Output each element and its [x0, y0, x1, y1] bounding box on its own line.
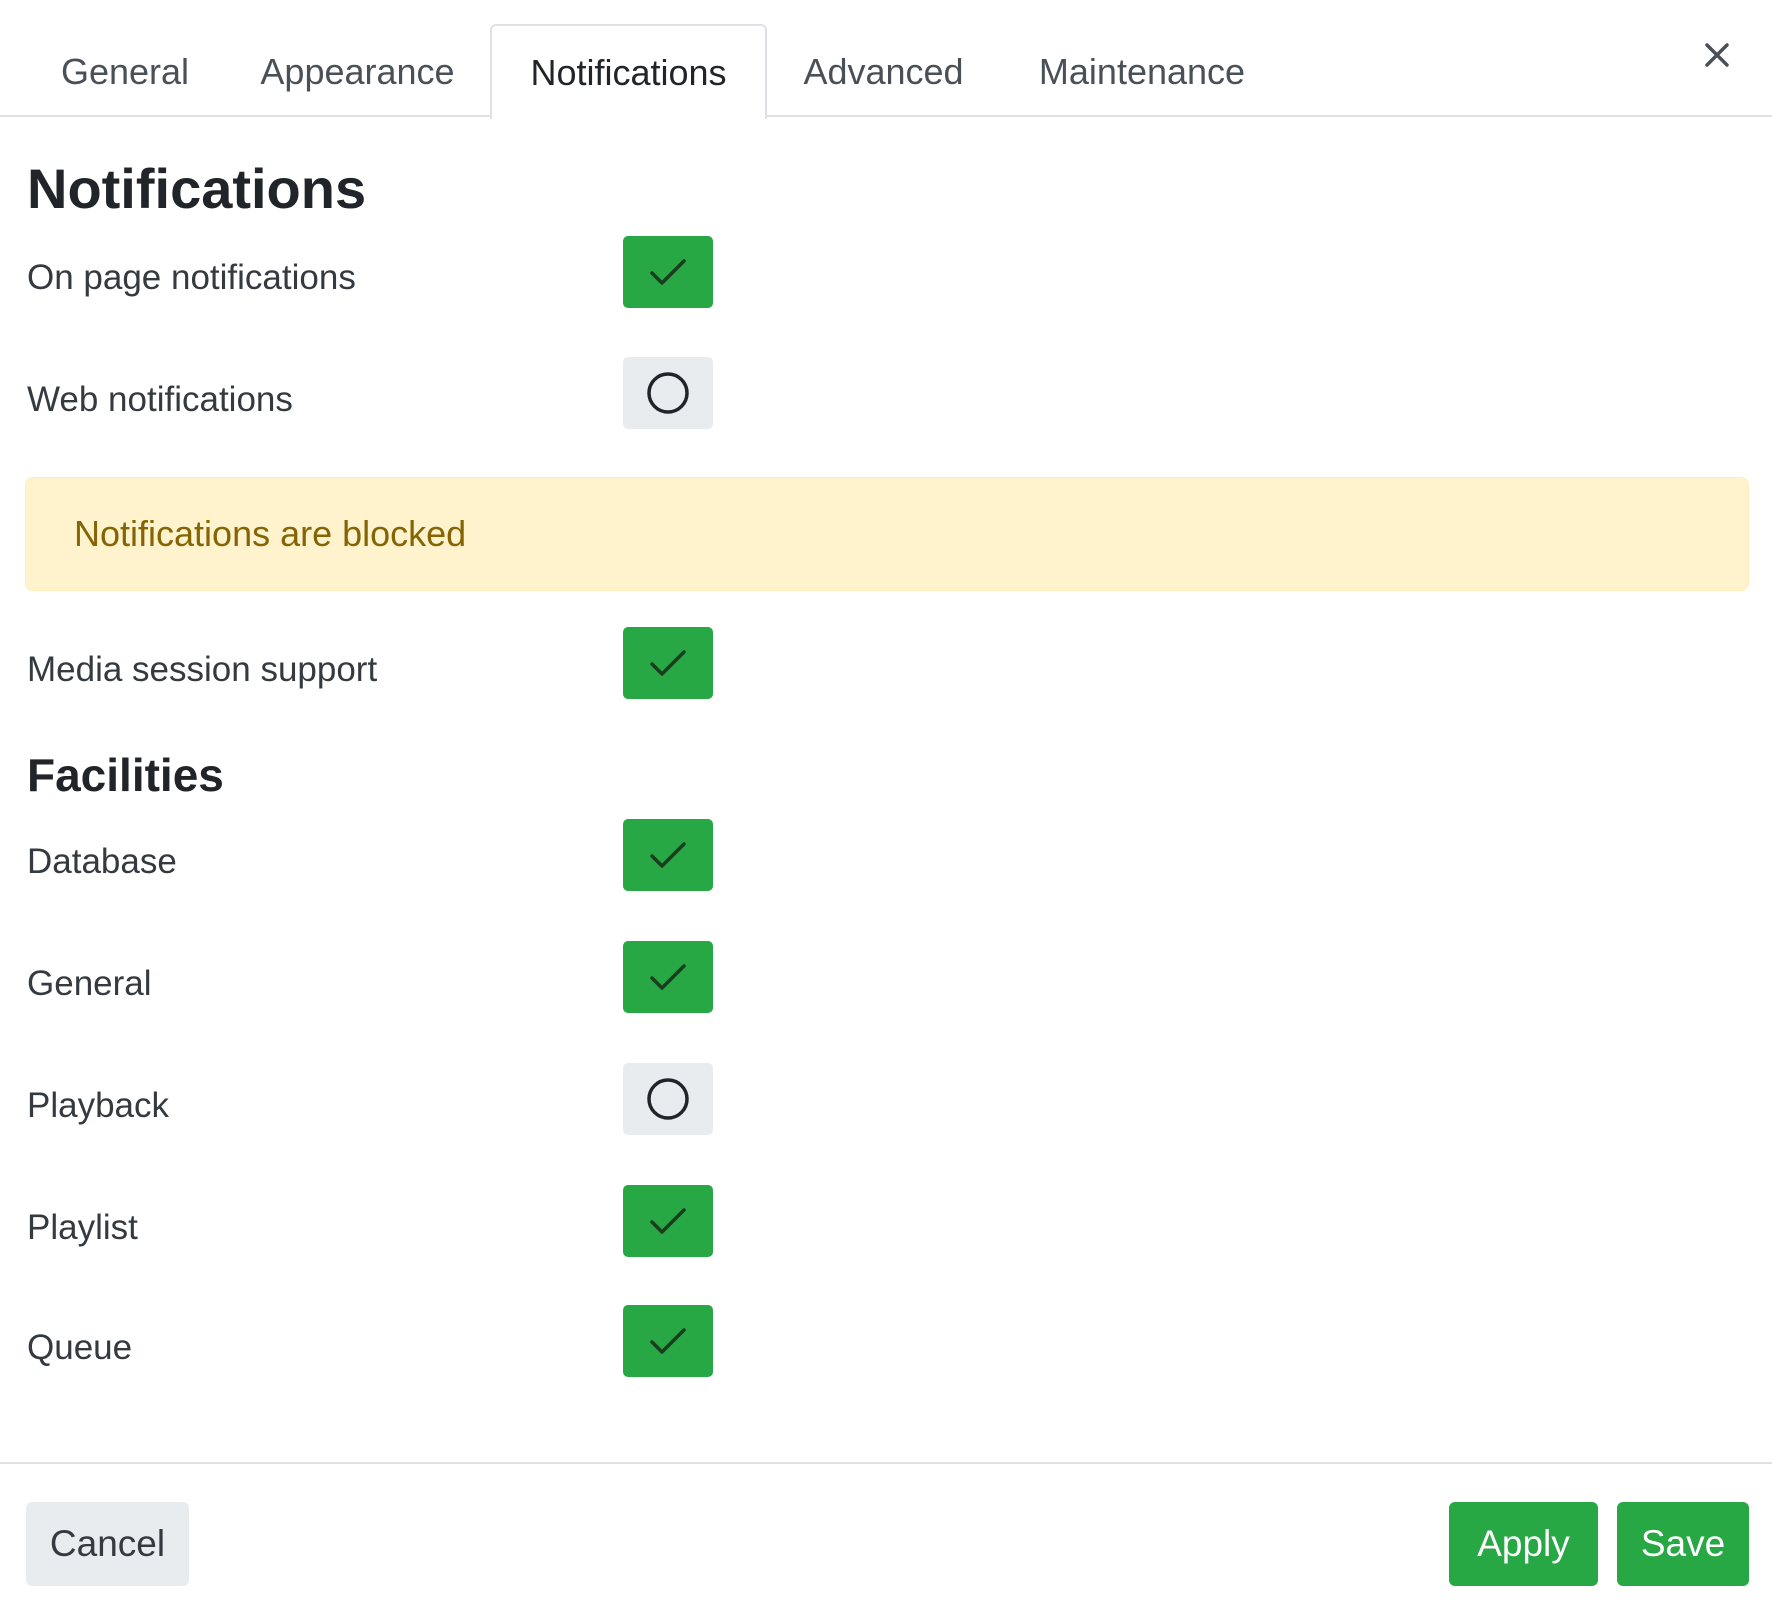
- notifications-blocked-alert: Notifications are blocked: [25, 477, 1749, 591]
- facility-playlist-toggle[interactable]: [623, 1185, 713, 1257]
- facility-playlist-label: Playlist: [27, 1208, 138, 1247]
- tab-appearance[interactable]: Appearance: [240, 24, 475, 117]
- circle-icon: [647, 372, 689, 414]
- on-page-notifications-label: On page notifications: [27, 258, 356, 297]
- check-icon: [650, 842, 686, 868]
- check-icon: [650, 1328, 686, 1354]
- footer-divider: [0, 1462, 1772, 1464]
- check-icon: [650, 259, 686, 285]
- settings-dialog: General Appearance Notifications Advance…: [0, 0, 1772, 1616]
- alert-text: Notifications are blocked: [74, 513, 467, 554]
- facilities-heading: Facilities: [27, 749, 224, 801]
- media-session-support-label: Media session support: [27, 650, 378, 689]
- notifications-heading: Notifications: [27, 157, 367, 220]
- facility-queue-toggle[interactable]: [623, 1305, 713, 1377]
- web-notifications-toggle[interactable]: [623, 357, 713, 429]
- facility-queue-label: Queue: [27, 1328, 133, 1367]
- check-icon: [650, 1208, 686, 1234]
- save-button[interactable]: Save: [1617, 1502, 1749, 1586]
- circle-icon: [647, 1078, 689, 1120]
- facility-general-toggle[interactable]: [623, 941, 713, 1013]
- tab-general[interactable]: General: [36, 24, 214, 117]
- close-button[interactable]: [1692, 30, 1742, 80]
- facility-playback-label: Playback: [27, 1086, 170, 1125]
- cancel-button[interactable]: Cancel: [26, 1502, 189, 1586]
- facility-playback-toggle[interactable]: [623, 1063, 713, 1135]
- media-session-support-toggle[interactable]: [623, 627, 713, 699]
- apply-button[interactable]: Apply: [1449, 1502, 1598, 1586]
- facility-database-label: Database: [27, 842, 177, 881]
- close-icon: [1705, 43, 1729, 67]
- tab-advanced[interactable]: Advanced: [780, 24, 987, 117]
- tab-notifications[interactable]: Notifications: [490, 24, 767, 119]
- check-icon: [650, 964, 686, 990]
- facility-general-label: General: [27, 964, 152, 1003]
- web-notifications-label: Web notifications: [27, 380, 293, 419]
- tab-maintenance[interactable]: Maintenance: [1012, 24, 1272, 117]
- facility-database-toggle[interactable]: [623, 819, 713, 891]
- check-icon: [650, 650, 686, 676]
- tab-bar: General Appearance Notifications Advance…: [0, 0, 1772, 119]
- on-page-notifications-toggle[interactable]: [623, 236, 713, 308]
